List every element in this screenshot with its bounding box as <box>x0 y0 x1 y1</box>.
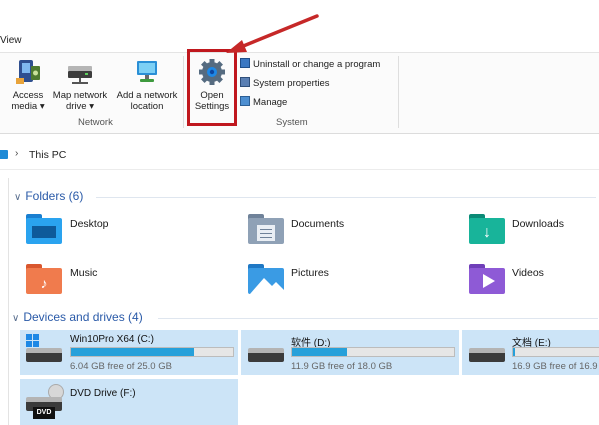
map-network-drive-button[interactable]: Map network drive ▾ <box>49 54 111 112</box>
drive-name: Win10Pro X64 (C:) <box>70 334 154 345</box>
section-divider <box>158 318 598 319</box>
documents-folder-icon <box>248 214 284 244</box>
music-folder-icon: ♪ <box>26 264 62 294</box>
hard-drive-icon <box>26 348 62 362</box>
breadcrumb-separator: › <box>15 148 19 159</box>
manage-item[interactable]: Manage <box>240 96 287 110</box>
programs-icon <box>240 58 250 68</box>
downloads-folder-icon: ↓ <box>469 214 505 244</box>
folder-downloads[interactable]: Downloads <box>512 218 564 230</box>
drive-free-space: 6.04 GB free of 25.0 GB <box>70 361 172 372</box>
map-network-drive-label-1: Map network <box>52 90 108 101</box>
system-properties-icon <box>240 77 250 87</box>
ribbon-separator <box>183 56 184 128</box>
folder-pictures[interactable]: Pictures <box>291 267 329 279</box>
highlight-box <box>187 49 237 126</box>
media-server-icon <box>13 58 43 86</box>
drive-free-space: 11.9 GB free of 18.0 GB <box>291 361 393 372</box>
system-properties-label: System properties <box>253 78 330 89</box>
access-media-label-2: media ▾ <box>11 101 45 112</box>
drives-section-title: Devices and drives (4) <box>23 310 143 324</box>
folder-videos[interactable]: Videos <box>512 267 544 279</box>
drive-free-space: 16.9 GB free of 16.9 GB <box>512 361 599 372</box>
pictures-folder-icon <box>248 264 284 294</box>
windows-logo-icon <box>26 334 39 347</box>
network-group-label: Network <box>78 117 113 128</box>
desktop-folder-icon <box>26 214 62 244</box>
add-network-location-label-2: location <box>130 101 164 112</box>
system-properties-item[interactable]: System properties <box>240 77 330 91</box>
folders-section-title: Folders (6) <box>25 189 84 203</box>
breadcrumb-this-pc[interactable]: This PC <box>29 149 66 161</box>
add-network-location-label-1: Add a network <box>116 90 178 101</box>
add-network-location-button[interactable]: Add a network location <box>113 54 181 112</box>
folder-music[interactable]: Music <box>70 267 97 279</box>
drive-name: DVD Drive (F:) <box>70 388 136 399</box>
dvd-badge: DVD <box>33 407 55 419</box>
folder-desktop[interactable]: Desktop <box>70 218 109 230</box>
computer-management-icon <box>240 96 250 106</box>
manage-label: Manage <box>253 97 288 108</box>
hard-drive-icon <box>469 348 505 362</box>
drive-usage-bar <box>70 347 234 357</box>
ribbon-separator <box>398 56 399 128</box>
folders-section-header[interactable]: ∨ Folders (6) <box>14 189 83 203</box>
address-bar[interactable] <box>0 141 599 170</box>
tab-view[interactable]: View <box>0 35 22 46</box>
drive-usage-bar <box>512 347 599 357</box>
videos-folder-icon <box>469 264 505 294</box>
uninstall-program-item[interactable]: Uninstall or change a program <box>240 58 380 72</box>
uninstall-label: Uninstall or change a program <box>253 59 381 70</box>
access-media-label-1: Access <box>12 90 44 101</box>
system-group-label: System <box>276 117 308 128</box>
section-divider <box>96 197 596 198</box>
this-pc-icon <box>0 150 8 159</box>
chevron-down-icon: ∨ <box>14 192 22 203</box>
drive-usage-bar <box>291 347 455 357</box>
network-location-icon <box>132 58 162 86</box>
chevron-down-icon: ∨ <box>12 313 20 324</box>
annotation-arrow <box>226 14 319 53</box>
hard-drive-icon <box>248 348 284 362</box>
access-media-button[interactable]: Access media ▾ <box>8 54 48 112</box>
network-drive-icon <box>65 58 95 86</box>
folder-documents[interactable]: Documents <box>291 218 344 230</box>
map-network-drive-label-2: drive ▾ <box>66 101 94 112</box>
drives-section-header[interactable]: ∨ Devices and drives (4) <box>12 310 143 324</box>
